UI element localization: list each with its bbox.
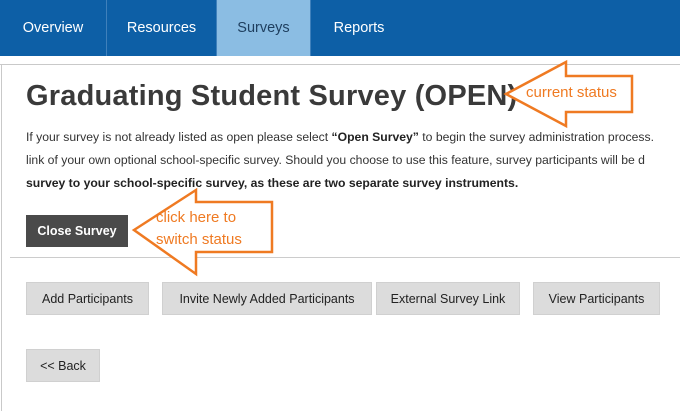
annotation-arrows [131,59,634,277]
switch-status-line-1: click here to [156,209,237,226]
switch-status-label: click here to switch status [156,207,242,251]
switch-status-line-2: switch status [156,231,242,248]
current-status-label: current status [526,84,617,101]
